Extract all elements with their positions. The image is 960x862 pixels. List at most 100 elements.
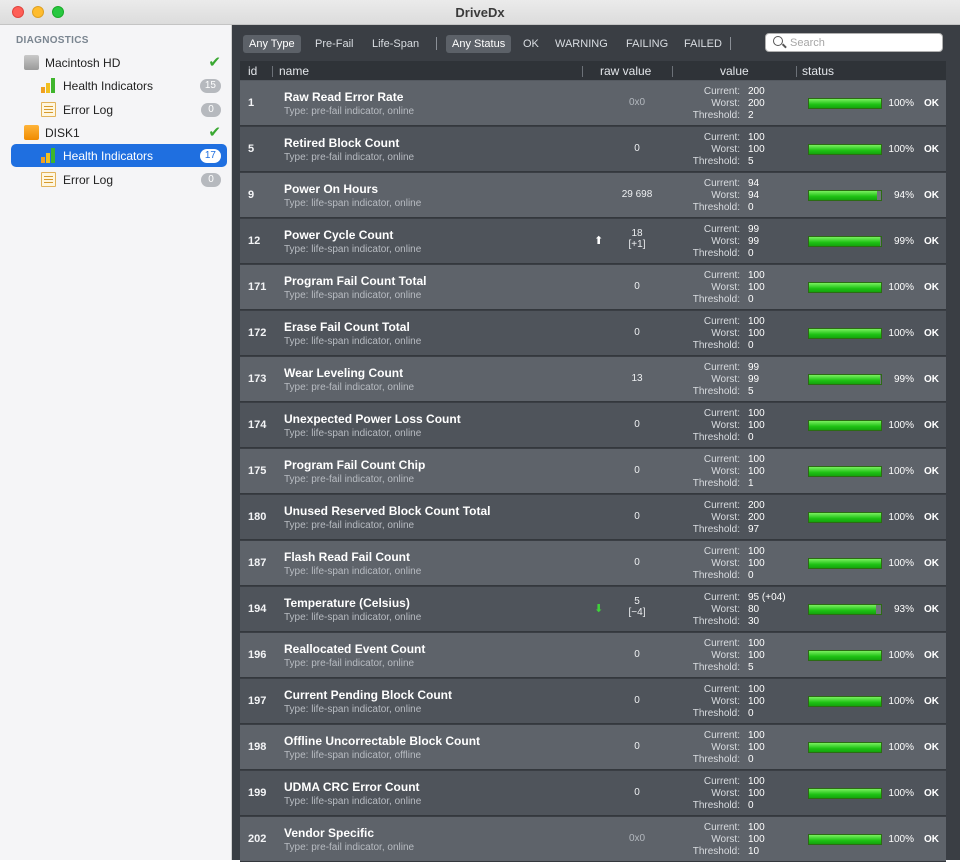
table-row[interactable]: 9 Power On Hours Type: life-span indicator…: [240, 173, 946, 218]
current-value: 99: [748, 362, 760, 373]
threshold-label: Threshold:: [692, 110, 740, 121]
table-row[interactable]: 5 Retired Block Count Type: pre-fail indic…: [240, 127, 946, 172]
filter-life-span[interactable]: Life-Span: [366, 35, 425, 53]
worst-label: Worst:: [711, 98, 740, 109]
column-header-name[interactable]: name: [279, 64, 309, 78]
health-progress-fill: [809, 697, 881, 706]
threshold-label: Threshold:: [692, 662, 740, 673]
table-row[interactable]: 173 Wear Leveling Count Type: pre-fail ind…: [240, 357, 946, 402]
threshold-label: Threshold:: [692, 846, 740, 857]
row-raw-value: 29 698: [621, 189, 653, 200]
table-row[interactable]: 171 Program Fail Count Total Type: life-sp…: [240, 265, 946, 310]
current-value: 100: [748, 132, 765, 143]
row-name: Program Fail Count Total: [284, 274, 427, 288]
row-type: Type: life-span indicator, online: [284, 244, 422, 255]
current-value: 99: [748, 224, 760, 235]
current-label: Current:: [703, 822, 740, 833]
worst-value: 100: [748, 328, 765, 339]
column-header-id[interactable]: id: [248, 64, 257, 78]
health-percent: 100%: [888, 282, 914, 293]
table-row[interactable]: 172 Erase Fail Count Total Type: life-span…: [240, 311, 946, 356]
worst-label: Worst:: [711, 788, 740, 799]
table-row[interactable]: 175 Program Fail Count Chip Type: pre-fail…: [240, 449, 946, 494]
table-row[interactable]: 187 Flash Read Fail Count Type: life-span …: [240, 541, 946, 586]
current-label: Current:: [703, 86, 740, 97]
row-type: Type: life-span indicator, online: [284, 566, 422, 577]
worst-value: 100: [748, 282, 765, 293]
worst-label: Worst:: [711, 236, 740, 247]
row-id: 198: [248, 741, 267, 753]
table-row[interactable]: 194 Temperature (Celsius) Type: life-span …: [240, 587, 946, 632]
worst-label: Worst:: [711, 420, 740, 431]
filter-warning[interactable]: WARNING: [549, 35, 614, 53]
filter-failed[interactable]: FAILED: [678, 35, 728, 53]
app-window: DriveDx DIAGNOSTICS Macintosh HD ✔ Healt…: [0, 0, 960, 862]
threshold-value: 0: [748, 202, 754, 213]
sidebar-item-error-log[interactable]: Error Log 0: [11, 98, 227, 121]
row-id: 12: [248, 235, 261, 247]
table-row[interactable]: 196 Reallocated Event Count Type: pre-fail…: [240, 633, 946, 678]
current-value: 100: [748, 316, 765, 327]
row-id: 173: [248, 373, 267, 385]
sidebar-item-disk1[interactable]: DISK1 ✔: [11, 121, 227, 144]
threshold-label: Threshold:: [692, 432, 740, 443]
health-progress-bar: [808, 558, 882, 569]
health-progress-bar: [808, 236, 882, 247]
status-label: OK: [924, 834, 939, 845]
health-progress-bar: [808, 696, 882, 707]
row-name: Unexpected Power Loss Count: [284, 412, 461, 426]
sidebar-item-error-log[interactable]: Error Log 0: [11, 168, 227, 191]
raw-value-delta: [−4]: [628, 607, 646, 618]
table-row[interactable]: 199 UDMA CRC Error Count Type: life-span i…: [240, 771, 946, 816]
table-row[interactable]: 1 Raw Read Error Rate Type: pre-fail indic…: [240, 81, 946, 126]
threshold-label: Threshold:: [692, 248, 740, 259]
sidebar-item-health-indicators-selected[interactable]: Health Indicators 17: [11, 144, 227, 167]
table-row[interactable]: 180 Unused Reserved Block Count Total Type…: [240, 495, 946, 540]
column-header-value[interactable]: value: [720, 64, 749, 78]
worst-label: Worst:: [711, 696, 740, 707]
health-progress-fill: [809, 283, 881, 292]
search-field[interactable]: [765, 33, 943, 52]
health-progress-fill: [809, 237, 881, 246]
table-row[interactable]: 202 Vendor Specific Type: pre-fail indicat…: [240, 817, 946, 862]
search-input[interactable]: [790, 35, 938, 50]
table-row[interactable]: 12 Power Cycle Count Type: life-span indic…: [240, 219, 946, 264]
column-header-raw-value[interactable]: raw value: [600, 64, 651, 78]
row-type: Type: pre-fail indicator, online: [284, 152, 415, 163]
threshold-value: 1: [748, 478, 754, 489]
row-name: Wear Leveling Count: [284, 366, 404, 380]
row-type: Type: pre-fail indicator, online: [284, 382, 415, 393]
worst-value: 100: [748, 696, 765, 707]
column-separator: [272, 66, 273, 77]
worst-value: 100: [748, 144, 765, 155]
filter-failing[interactable]: FAILING: [620, 35, 674, 53]
table-row[interactable]: 174 Unexpected Power Loss Count Type: life…: [240, 403, 946, 448]
sidebar-item-health-indicators[interactable]: Health Indicators 15: [11, 74, 227, 97]
current-label: Current:: [703, 224, 740, 235]
threshold-label: Threshold:: [692, 156, 740, 167]
threshold-value: 0: [748, 432, 754, 443]
worst-value: 100: [748, 420, 765, 431]
filter-ok[interactable]: OK: [517, 35, 545, 53]
count-badge: 15: [199, 79, 221, 93]
column-header-status[interactable]: status: [802, 64, 834, 78]
table-row[interactable]: 197 Current Pending Block Count Type: life…: [240, 679, 946, 724]
threshold-value: 97: [748, 524, 760, 535]
current-label: Current:: [703, 316, 740, 327]
worst-value: 200: [748, 98, 765, 109]
row-name: Raw Read Error Rate: [284, 90, 404, 104]
status-label: OK: [924, 650, 939, 661]
status-label: OK: [924, 236, 939, 247]
filter-pre-fail[interactable]: Pre-Fail: [309, 35, 360, 53]
health-progress-fill: [809, 145, 881, 154]
row-id: 172: [248, 327, 267, 339]
filter-any-status[interactable]: Any Status: [446, 35, 512, 53]
current-label: Current:: [703, 684, 740, 695]
sidebar-item-macintosh-hd[interactable]: Macintosh HD ✔: [11, 51, 227, 74]
worst-label: Worst:: [711, 190, 740, 201]
row-id: 5: [248, 143, 255, 155]
health-progress-bar: [808, 466, 882, 477]
table-row[interactable]: 198 Offline Uncorrectable Block Count Type…: [240, 725, 946, 770]
health-progress-fill: [809, 191, 877, 200]
filter-any-type[interactable]: Any Type: [243, 35, 301, 53]
